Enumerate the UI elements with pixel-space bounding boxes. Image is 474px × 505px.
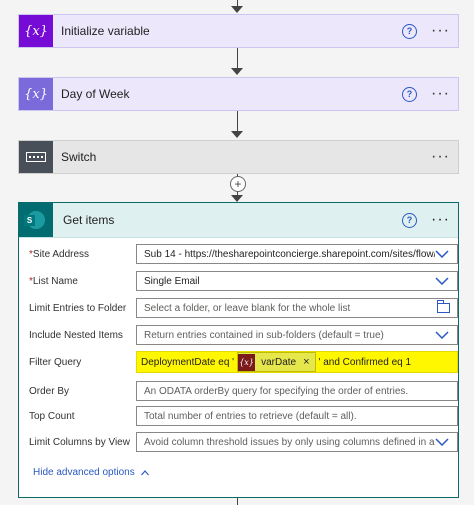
variable-icon: {x} (238, 353, 256, 371)
field-label: Filter Query (29, 356, 82, 368)
more-options-button[interactable]: ··· (431, 86, 450, 102)
nested-items-row: Include Nested Items Return entries cont… (29, 324, 458, 346)
field-label: Limit Columns by View (29, 436, 130, 448)
field-label: List Name (32, 275, 78, 287)
close-icon[interactable]: × (303, 356, 309, 368)
field-label: Site Address (32, 248, 90, 260)
filter-query-row: Filter Query DeploymentDate eq ' {x} var… (29, 351, 458, 373)
field-label: Order By (29, 385, 70, 397)
connector-line (237, 111, 238, 133)
more-options-button[interactable]: ··· (431, 149, 450, 165)
variable-icon: {x} (19, 15, 53, 47)
field-label: Top Count (29, 410, 75, 422)
hide-advanced-options-link[interactable]: Hide advanced options (33, 467, 149, 478)
switch-icon (19, 141, 53, 173)
card-title: Switch (61, 150, 97, 164)
order-by-input[interactable]: An ODATA orderBy query for specifying th… (136, 381, 458, 401)
get-items-card: S Get items ? ··· *Site Address Sub 14 -… (18, 202, 459, 498)
limit-columns-row: Limit Columns by View Avoid column thres… (29, 431, 458, 453)
add-icon: + (234, 177, 242, 191)
day-of-week-card[interactable]: {x} Day of Week ? ··· (18, 77, 459, 111)
limit-columns-dropdown[interactable]: Avoid column threshold issues by only us… (136, 432, 458, 452)
filter-query-input[interactable]: DeploymentDate eq ' {x} varDate × ' and … (136, 351, 458, 373)
order-by-row: Order By An ODATA orderBy query for spec… (29, 380, 458, 402)
help-icon[interactable]: ? (402, 23, 418, 39)
site-address-dropdown[interactable]: Sub 14 - https://thesharepointconcierge.… (136, 244, 458, 264)
nested-items-dropdown[interactable]: Return entries contained in sub-folders … (136, 325, 458, 345)
chevron-down-icon (435, 250, 449, 258)
connector-arrow (231, 195, 243, 202)
connector-line (237, 498, 238, 505)
card-title: Day of Week (61, 87, 130, 101)
card-title: Initialize variable (61, 24, 150, 38)
vardate-token[interactable]: {x} varDate × (237, 352, 316, 372)
initialize-variable-card[interactable]: {x} Initialize variable ? ··· (18, 14, 459, 48)
connector-line (237, 48, 238, 70)
connector-arrow (231, 6, 243, 13)
list-name-row: *List Name Single Email (29, 270, 458, 292)
site-address-row: *Site Address Sub 14 - https://thesharep… (29, 243, 458, 265)
card-title: Get items (63, 213, 115, 227)
connector-arrow (231, 68, 243, 75)
filter-text-suffix: ' and Confirmed eq 1 (318, 356, 412, 368)
help-icon[interactable]: ? (402, 212, 418, 228)
limit-folder-row: Limit Entries to Folder Select a folder,… (29, 297, 458, 319)
top-count-input[interactable]: Total number of entries to retrieve (def… (136, 406, 458, 426)
folder-icon[interactable] (437, 300, 450, 313)
chevron-down-icon (435, 277, 449, 285)
chevron-up-icon (140, 469, 149, 475)
top-count-row: Top Count Total number of entries to ret… (29, 405, 458, 427)
variable-icon: {x} (19, 78, 53, 110)
filter-text-prefix: DeploymentDate eq ' (141, 356, 235, 368)
add-step-button[interactable]: + (230, 176, 246, 192)
limit-folder-input[interactable]: Select a folder, or leave blank for the … (136, 298, 458, 318)
list-name-dropdown[interactable]: Single Email (136, 271, 458, 291)
more-options-button[interactable]: ··· (431, 212, 450, 228)
field-label: Limit Entries to Folder (29, 302, 127, 314)
chevron-down-icon (435, 331, 449, 339)
connector-arrow (231, 131, 243, 138)
switch-card[interactable]: Switch ··· (18, 140, 459, 174)
get-items-header[interactable]: S Get items ? ··· (19, 203, 458, 238)
chevron-down-icon (435, 438, 449, 446)
help-icon[interactable]: ? (402, 86, 418, 102)
field-label: Include Nested Items (29, 329, 123, 341)
sharepoint-icon: S (19, 203, 53, 237)
more-options-button[interactable]: ··· (431, 23, 450, 39)
